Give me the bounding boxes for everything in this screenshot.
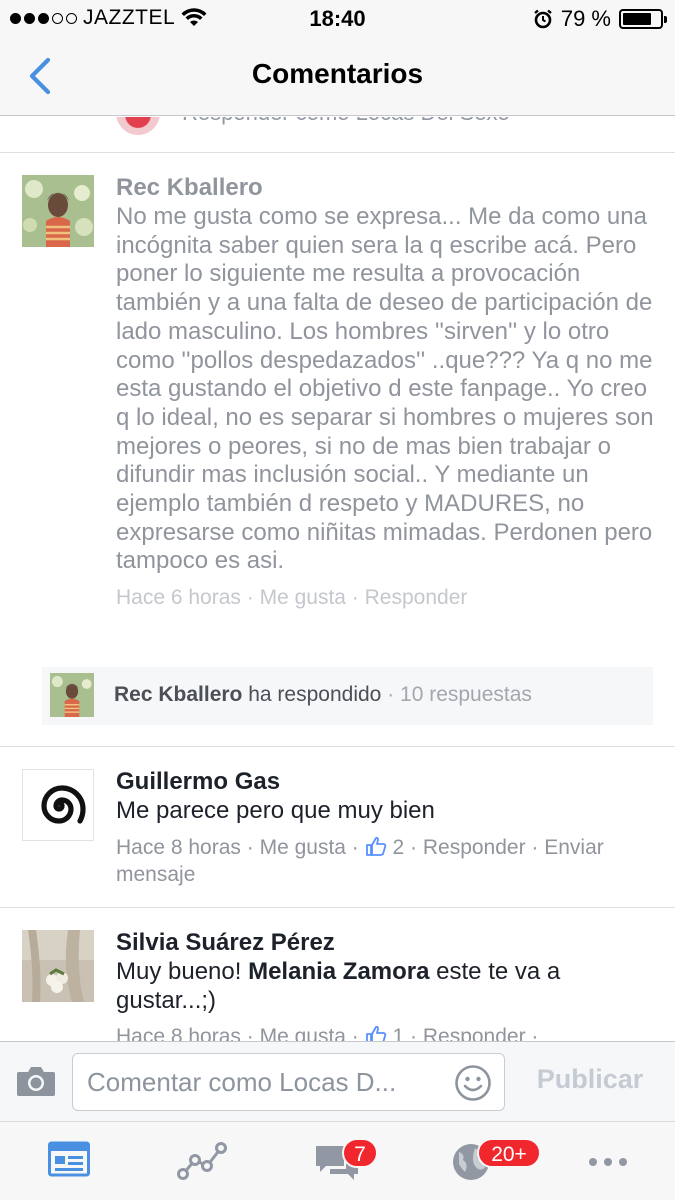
page-avatar: [116, 117, 160, 135]
page-title: Comentarios: [251, 58, 424, 89]
navigation-bar: Comentarios: [0, 38, 675, 116]
comment-composer: Publicar: [0, 1041, 675, 1121]
avatar[interactable]: [22, 769, 94, 841]
comment-author[interactable]: Guillermo Gas: [116, 767, 655, 797]
replies-action: ha respondido: [248, 683, 382, 706]
tab-bar: 7 20+: [0, 1121, 675, 1200]
divider: [0, 907, 675, 908]
like-link[interactable]: Me gusta: [260, 586, 346, 609]
comment-author[interactable]: Rec Kballero: [116, 173, 655, 203]
tab-notifications[interactable]: 20+: [405, 1122, 541, 1200]
thumbs-up-icon: [365, 1026, 386, 1041]
previous-reply-text: Responder como Locas Del Sexo: [182, 117, 510, 126]
emoji-button[interactable]: [454, 1064, 492, 1102]
comment-meta: Hace 8 horas · Me gusta · 2 · Responder …: [116, 835, 604, 886]
profile-picture-icon: [50, 673, 94, 717]
insights-graph-icon: [177, 1142, 227, 1180]
comment-text: Me parece pero que muy bien: [116, 797, 435, 824]
status-bar: JAZZTEL 18:40 79 %: [0, 0, 675, 38]
comments-list[interactable]: Responder como Locas Del Sexo Rec Kballe…: [0, 117, 675, 1041]
comment-time: Hace 8 horas: [116, 835, 241, 859]
messages-badge: 7: [342, 1138, 378, 1168]
status-right: 79 %: [533, 6, 667, 32]
tab-news-feed[interactable]: [0, 1122, 135, 1200]
thumbs-up-icon: [365, 836, 386, 856]
divider: [0, 152, 675, 153]
like-count[interactable]: 1: [392, 1025, 404, 1041]
alarm-icon: [534, 9, 552, 29]
tab-messages[interactable]: 7: [270, 1122, 405, 1200]
like-link[interactable]: Me gusta: [260, 1025, 346, 1041]
avatar[interactable]: [22, 175, 94, 247]
divider: [0, 746, 675, 747]
reply-link[interactable]: Responder: [365, 586, 468, 609]
like-link[interactable]: Me gusta: [260, 836, 346, 859]
mention-link[interactable]: Melania Zamora: [248, 958, 429, 985]
previous-reply-prompt[interactable]: Responder como Locas Del Sexo: [116, 117, 510, 135]
reply-link[interactable]: Responder: [423, 1025, 526, 1041]
news-feed-icon: [48, 1141, 90, 1177]
replies-count: 10 respuestas: [400, 683, 532, 706]
reply-link[interactable]: Responder: [423, 836, 526, 859]
comment-text: No me gusta como se expresa... Me da com…: [116, 203, 654, 575]
comment-author[interactable]: Silvia Suárez Pérez: [116, 928, 655, 958]
camera-button[interactable]: [16, 1064, 56, 1098]
avatar[interactable]: [22, 930, 94, 1002]
comment-time: Hace 8 horas: [116, 1025, 241, 1041]
profile-picture-icon: [22, 175, 94, 247]
battery-percent: 79 %: [560, 6, 611, 31]
spiral-avatar-icon: [41, 785, 86, 824]
publish-button[interactable]: Publicar: [520, 1064, 660, 1100]
battery-icon: [619, 9, 667, 29]
comment-text: Muy bueno! Melania Zamora este te va a g…: [116, 958, 655, 1015]
comment-meta: Hace 8 horas · Me gusta · 1 · Responder …: [116, 1023, 655, 1041]
replies-author: Rec Kballero: [114, 683, 243, 706]
like-count[interactable]: 2: [392, 836, 404, 859]
comment-time: Hace 6 horas: [116, 586, 241, 610]
tab-insights[interactable]: [135, 1122, 270, 1200]
camera-icon: [17, 1067, 55, 1096]
more-dots-icon: [589, 1158, 627, 1166]
replies-summary-text: Rec Kballero ha respondido · 10 respuest…: [114, 683, 532, 706]
tab-more[interactable]: [540, 1122, 675, 1200]
comment-meta: Hace 6 horas · Me gusta · Responder: [116, 586, 468, 610]
smiley-icon: [455, 1065, 491, 1101]
avatar: [50, 673, 94, 717]
comment-text-start: Muy bueno!: [116, 958, 249, 985]
notifications-badge: 20+: [477, 1138, 541, 1168]
replies-summary[interactable]: Rec Kballero ha respondido · 10 respuest…: [42, 667, 653, 725]
bouquet-avatar-icon: [22, 930, 94, 1002]
comment-input[interactable]: [72, 1053, 505, 1111]
